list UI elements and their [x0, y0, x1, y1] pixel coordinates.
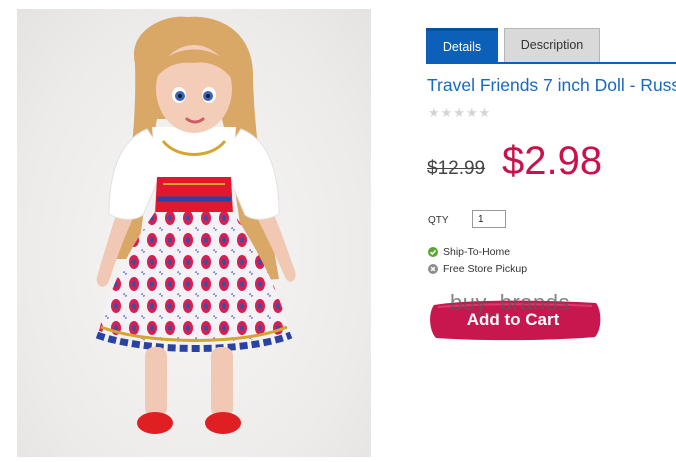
quantity-input[interactable]: [472, 210, 506, 228]
unavailable-icon: [428, 264, 438, 274]
product-image: [17, 9, 371, 457]
store-pickup-option: Free Store Pickup: [428, 263, 527, 275]
checkmark-icon: [428, 247, 438, 257]
store-pickup-label: Free Store Pickup: [443, 263, 528, 275]
sale-price: $2.98: [502, 139, 603, 183]
product-tabs: Details Description: [426, 28, 676, 64]
tab-details[interactable]: Details: [426, 28, 498, 62]
product-title[interactable]: Travel Friends 7 inch Doll - Russ: [427, 75, 676, 96]
watermark-text: buy_brands: [450, 290, 570, 315]
ship-to-home-option: Ship-To-Home: [428, 246, 510, 258]
doll-illustration: [95, 16, 296, 434]
qty-label: QTY: [428, 215, 449, 226]
tab-divider: [426, 62, 676, 64]
rating-stars[interactable]: ★★★★★: [428, 105, 491, 121]
tab-description[interactable]: Description: [504, 28, 600, 62]
original-price: $12.99: [427, 158, 486, 179]
ship-to-home-label: Ship-To-Home: [443, 246, 511, 258]
